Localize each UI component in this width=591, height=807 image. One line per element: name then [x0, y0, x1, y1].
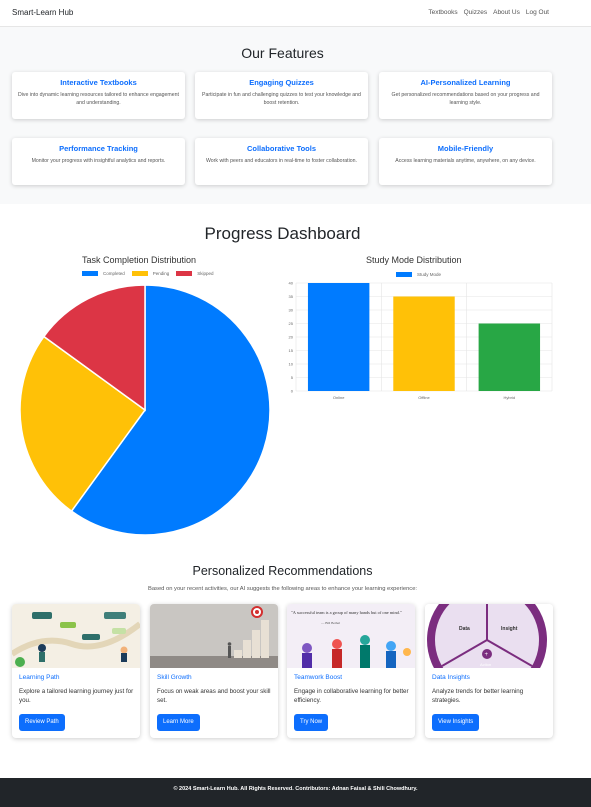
bar-chart-title: Study Mode Distribution	[366, 255, 462, 265]
pie-chart-title: Task Completion Distribution	[82, 255, 197, 265]
feature-title: Interactive Textbooks	[60, 78, 137, 87]
feature-desc: Dive into dynamic learning resources tai…	[18, 92, 179, 107]
features-title: Our Features	[241, 45, 324, 61]
y-tick-label: 15	[289, 348, 294, 353]
nav-link-textbooks[interactable]: Textbooks	[428, 9, 457, 16]
feature-card: Interactive Textbooks Dive into dynamic …	[12, 72, 185, 119]
y-tick-label: 0	[291, 389, 294, 394]
learning-path-illustration	[12, 604, 140, 668]
nav-link-logout[interactable]: Log Out	[526, 9, 549, 16]
legend-swatch	[396, 272, 412, 277]
legend-label: Skipped	[197, 271, 214, 276]
recommendation-card: "A successful team is a group of many ha…	[287, 604, 415, 738]
image-label-action: Action	[480, 662, 491, 667]
svg-text:+: +	[485, 652, 489, 658]
feature-title: Performance Tracking	[59, 144, 138, 153]
y-tick-label: 10	[289, 362, 294, 367]
skill-growth-illustration	[150, 604, 278, 668]
recommendation-title: Teamwork Boost	[294, 674, 343, 681]
pie-legend: Completed Pending Skipped	[82, 271, 217, 276]
recommendation-card: Learning Path Explore a tailored learnin…	[12, 604, 140, 738]
y-tick-label: 40	[289, 281, 294, 286]
footer: © 2024 Smart-Learn Hub. All Rights Reser…	[0, 778, 591, 807]
legend-label: Study Mode	[417, 272, 442, 277]
legend-swatch	[131, 271, 148, 276]
feature-desc: Participate in fun and challenging quizz…	[202, 92, 361, 107]
bar-legend: Study Mode	[396, 272, 444, 277]
teamwork-illustration: "A successful team is a group of many ha…	[287, 604, 415, 668]
x-tick-label: Online	[333, 395, 345, 400]
legend-swatch	[176, 271, 193, 276]
bar-online	[307, 283, 370, 391]
y-tick-label: 25	[289, 321, 294, 326]
recommendation-desc: Focus on weak areas and boost your skill…	[157, 688, 271, 705]
nav-link-quizzes[interactable]: Quizzes	[464, 9, 487, 16]
feature-card: Collaborative Tools Work with peers and …	[195, 138, 368, 185]
recommendation-title: Learning Path	[19, 674, 60, 681]
y-tick-label: 35	[289, 294, 294, 299]
bar-offline	[393, 296, 455, 391]
learn-more-button[interactable]: Learn More	[157, 714, 200, 731]
review-path-button[interactable]: Review Path	[19, 714, 65, 731]
features-section: Our Features Interactive Textbooks Dive …	[0, 27, 591, 204]
nav-link-about[interactable]: About Us	[493, 9, 520, 16]
feature-title: Mobile-Friendly	[437, 144, 494, 153]
recommendation-desc: Analyze trends for better learning strat…	[432, 688, 524, 705]
feature-desc: Work with peers and educators in real-ti…	[206, 158, 357, 164]
feature-card: Engaging Quizzes Participate in fun and …	[195, 72, 368, 119]
legend-label: Completed	[103, 271, 125, 276]
try-now-button[interactable]: Try Now	[294, 714, 329, 731]
recommendation-desc: Engage in collaborative learning for bet…	[294, 688, 409, 705]
image-quote: "A successful team is a group of many ha…	[291, 610, 402, 615]
recommendation-title: Data Insights	[432, 674, 470, 681]
recommendations-subtitle: Based on your recent activities, our AI …	[147, 586, 418, 592]
x-tick-label: Offline	[418, 395, 430, 400]
navbar: Smart-Learn Hub Textbooks Quizzes About …	[0, 0, 591, 27]
image-label-insight: Insight	[501, 626, 518, 632]
nav-links: Textbooks Quizzes About Us Log Out	[428, 9, 549, 16]
recommendation-title: Skill Growth	[157, 674, 192, 681]
bar-hybrid	[478, 323, 541, 391]
feature-desc: Access learning materials anytime, anywh…	[395, 158, 536, 164]
feature-card: AI-Personalized Learning Get personalize…	[379, 72, 552, 119]
dashboard-title: Progress Dashboard	[204, 224, 361, 243]
legend-label: Pending	[152, 271, 170, 276]
x-tick-label: Hybrid	[504, 395, 516, 400]
recommendation-desc: Explore a tailored learning journey just…	[19, 688, 134, 705]
bar-chart: 40 35 30 25 20 15 10 5 0 Online Offline Hybrid	[289, 281, 553, 400]
feature-desc: Get personalized recommendations based o…	[391, 92, 540, 107]
feature-title: AI-Personalized Learning	[420, 78, 511, 87]
y-tick-label: 20	[289, 335, 294, 340]
feature-card: Performance Tracking Monitor your progre…	[12, 138, 185, 185]
legend-swatch	[82, 271, 98, 276]
data-insights-illustration: + Data Insight Action	[425, 604, 553, 668]
image-quote-author: — Bill Bethel	[320, 621, 340, 625]
feature-desc: Monitor your progress with insightful an…	[31, 158, 166, 164]
image-label-data: Data	[459, 626, 470, 632]
view-insights-button[interactable]: View Insights	[432, 714, 480, 731]
pie-chart	[19, 284, 271, 536]
recommendations-title: Personalized Recommendations	[192, 564, 373, 578]
feature-title: Engaging Quizzes	[249, 78, 314, 87]
brand-logo[interactable]: Smart-Learn Hub	[12, 8, 73, 17]
recommendation-card: + Data Insight Action Data Insights Anal…	[425, 604, 553, 738]
feature-title: Collaborative Tools	[246, 144, 317, 153]
feature-card: Mobile-Friendly Access learning material…	[379, 138, 552, 185]
y-tick-label: 30	[289, 308, 294, 313]
recommendation-card: Skill Growth Focus on weak areas and boo…	[150, 604, 278, 738]
y-tick-label: 5	[291, 375, 294, 380]
